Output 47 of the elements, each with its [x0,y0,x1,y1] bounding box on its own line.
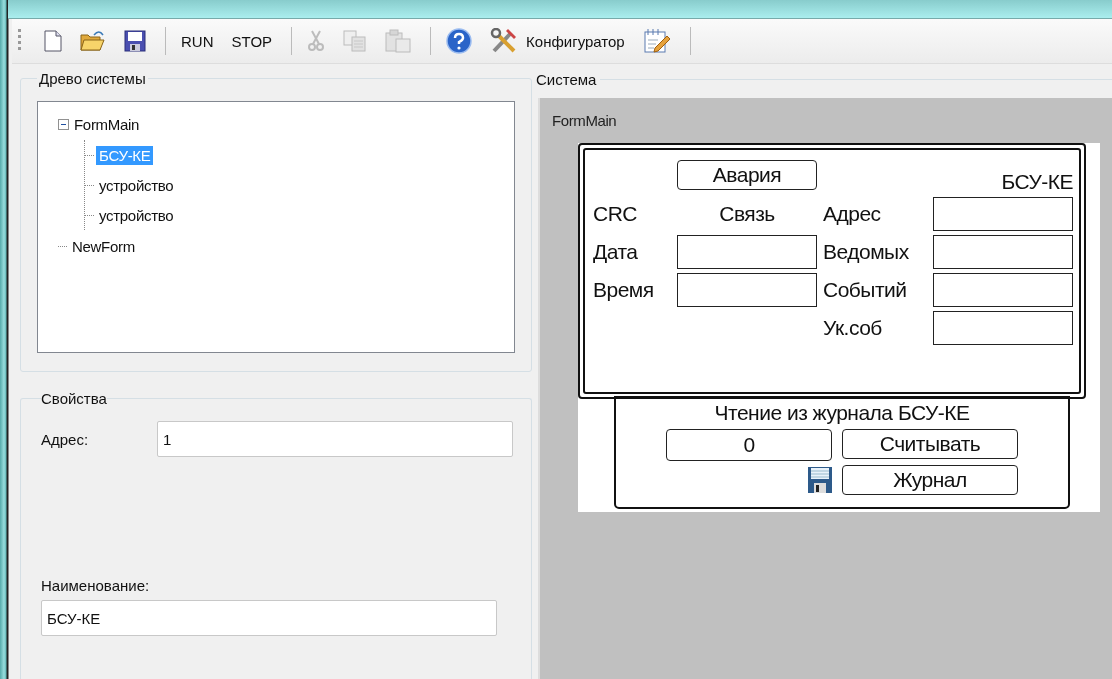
field-label: Адрес [823,201,882,226]
new-document-icon [44,30,62,52]
field-label: Ук.соб [823,316,883,340]
toolbar-button[interactable]: RUN [174,29,221,53]
configurator-button[interactable]: Конфигуратор [483,25,632,57]
scissors-icon [307,30,326,52]
journal-title: Чтение из журнала БСУ-КЕ [713,401,971,425]
tree-item[interactable]: устройство [96,205,177,225]
value-field[interactable] [933,311,1073,345]
field-label: Адрес: [41,430,89,448]
value-field[interactable] [933,273,1073,307]
value-field[interactable] [677,273,817,307]
tree-item[interactable]: NewForm [69,236,138,256]
open-folder-icon [80,30,106,52]
name-field[interactable]: БСУ-КЕ [41,600,497,636]
paste-icon [385,29,412,53]
link-label: Связь [719,201,775,226]
group-title: Система [536,70,597,88]
address-field[interactable]: 1 [157,421,513,457]
read-button[interactable]: Считывать [842,429,1018,459]
crc-label: CRC [593,201,638,226]
journal-button[interactable]: Журнал [842,465,1018,495]
group-title: Свойства [41,390,107,407]
field-label: Событий [823,278,908,302]
device-name: БСУ-КЕ [1001,170,1073,194]
help-icon [446,28,473,54]
save-icon [124,30,146,52]
field-label: Наименование: [41,577,151,594]
tree-item[interactable]: FormMain [71,114,143,134]
copy-icon [343,30,368,52]
toolbar-grip[interactable] [18,29,21,53]
edit-notepad-icon [642,28,671,54]
tree-item[interactable]: устройство [96,175,177,195]
group-title: Древо системы [38,70,147,87]
counter-field[interactable]: 0 [666,429,832,461]
save-icon[interactable] [808,467,832,493]
alarm-button[interactable]: Авария [677,160,817,190]
field-label: Ведомых [823,240,910,264]
field-label: Дата [593,240,639,264]
field-label: Время [593,278,655,302]
toolbar-button[interactable]: STOP [224,29,280,53]
value-field[interactable] [933,196,1073,231]
value-field[interactable] [933,235,1073,269]
tools-icon [490,28,519,54]
collapse-icon[interactable] [58,118,69,130]
form-title: FormMain [552,112,618,129]
value-field[interactable] [677,235,817,269]
